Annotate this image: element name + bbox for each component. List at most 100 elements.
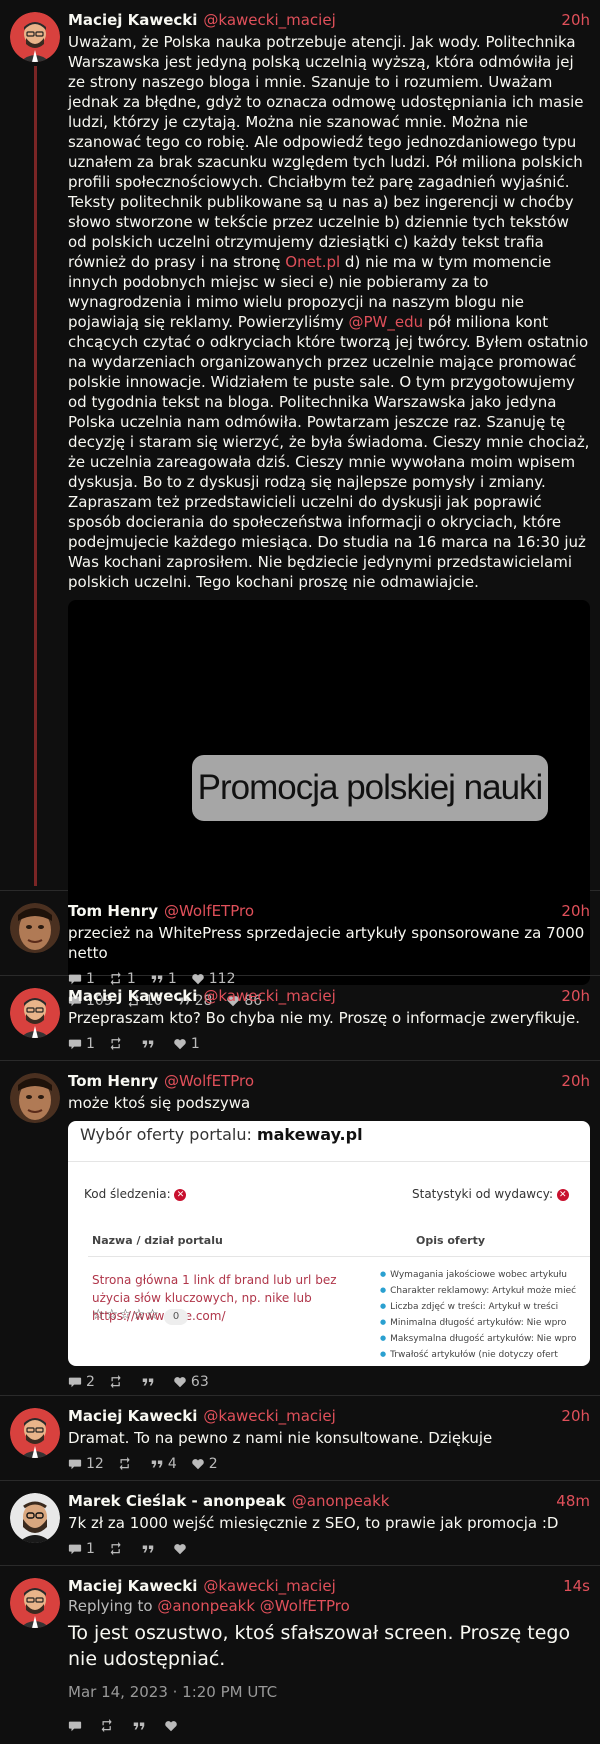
like-count: 63 xyxy=(190,1374,209,1390)
author-username[interactable]: @kawecki_maciej xyxy=(203,986,335,1006)
retweet-button[interactable] xyxy=(100,1719,118,1733)
author-username[interactable]: @kawecki_maciej xyxy=(203,10,335,30)
author-fullname[interactable]: Tom Henry xyxy=(68,1071,158,1091)
tweet-date[interactable]: 20h xyxy=(561,1071,590,1091)
author-username[interactable]: @WolfETPro xyxy=(164,901,254,921)
tracking-label-text: Kod śledzenia: xyxy=(84,1187,171,1201)
quote-button[interactable] xyxy=(141,1037,159,1051)
tweet[interactable]: Maciej Kawecki @kawecki_maciej 20h Uważa… xyxy=(0,0,600,1009)
comment-button[interactable] xyxy=(68,1719,86,1733)
text-segment: pół miliona kont chcących czytać o odkry… xyxy=(68,313,590,591)
retweet-button[interactable] xyxy=(118,1457,136,1471)
avatar[interactable] xyxy=(10,988,60,1038)
author-fullname[interactable]: Maciej Kawecki xyxy=(68,986,197,1006)
column-header-name: Nazwa / dział portalu xyxy=(92,1234,223,1247)
tweet-text: Uważam, że Polska nauka potrzebuje atenc… xyxy=(68,32,590,592)
list-item: Minimalna długość artykułów: Nie wpro xyxy=(380,1315,590,1331)
avatar[interactable] xyxy=(10,1578,60,1628)
tweet-text: Dramat. To na pewno z nami nie konsultow… xyxy=(68,1429,493,1447)
avatar[interactable] xyxy=(10,903,60,953)
video-caption: Promocja polskiej nauki xyxy=(192,755,548,821)
like-button[interactable]: 2 xyxy=(191,1456,218,1472)
comment-button[interactable]: 12 xyxy=(68,1456,104,1472)
author-username[interactable]: @kawecki_maciej xyxy=(203,1576,335,1596)
author-username[interactable]: @anonpeakk xyxy=(292,1491,390,1511)
text-segment: Uważam, że Polska nauka potrzebuje atenc… xyxy=(68,33,584,271)
comment-button[interactable]: 1 xyxy=(68,1541,95,1557)
stats-label-text: Statystyki od wydawcy: xyxy=(412,1187,553,1201)
thread: Maciej Kawecki @kawecki_maciej 20h Uważa… xyxy=(0,0,600,1744)
rating-count: 0 xyxy=(164,1309,188,1325)
retweet-icon xyxy=(109,1037,123,1051)
tweet-stats xyxy=(68,1716,590,1736)
like-button[interactable] xyxy=(164,1719,182,1733)
tweet[interactable]: Maciej Kawecki @kawecki_maciej 20h Przep… xyxy=(0,976,600,1061)
tweet-text: Przepraszam kto? Bo chyba nie my. Proszę… xyxy=(68,1009,581,1027)
tweet-text: 7k zł za 1000 wejść miesięcznie z SEO, t… xyxy=(68,1514,559,1532)
comment-count: 1 xyxy=(86,1036,95,1052)
retweet-icon xyxy=(118,1457,132,1471)
quote-button[interactable] xyxy=(132,1719,150,1733)
retweet-button[interactable] xyxy=(109,1375,127,1389)
comment-count: 1 xyxy=(86,1541,95,1557)
tweet-date[interactable]: 20h xyxy=(561,986,590,1006)
tweet[interactable]: Marek Cieślak - anonpeak @anonpeakk 48m … xyxy=(0,1481,600,1566)
comment-count: 2 xyxy=(86,1374,95,1390)
tweet-stats: 1 1 xyxy=(68,1034,590,1054)
tweet-text: To jest oszustwo, ktoś sfałszował screen… xyxy=(68,1622,571,1670)
tweet-text: może ktoś się podszywa xyxy=(68,1094,251,1112)
list-item: Maksymalna długość artykułów: Nie wpro xyxy=(380,1331,590,1347)
tweet-date[interactable]: 20h xyxy=(561,10,590,30)
heart-icon xyxy=(173,1542,187,1556)
tweet-date[interactable]: 20h xyxy=(561,901,590,921)
quote-button[interactable]: 4 xyxy=(150,1456,177,1472)
author-fullname[interactable]: Maciej Kawecki xyxy=(68,10,197,30)
author-fullname[interactable]: Marek Cieślak - anonpeak xyxy=(68,1491,286,1511)
retweet-button[interactable] xyxy=(109,1542,127,1556)
onet-link[interactable]: Onet.pl xyxy=(285,253,340,271)
avatar[interactable] xyxy=(10,12,60,62)
tweet-text: przecież na WhitePress sprzedajecie arty… xyxy=(68,924,585,962)
author-username[interactable]: @WolfETPro xyxy=(164,1071,254,1091)
author-username[interactable]: @kawecki_maciej xyxy=(203,1406,335,1426)
comment-icon xyxy=(68,1457,82,1471)
tweet-date[interactable]: 20h xyxy=(561,1406,590,1426)
like-button[interactable] xyxy=(173,1542,191,1556)
comment-button[interactable]: 1 xyxy=(68,1036,95,1052)
like-button[interactable]: 63 xyxy=(173,1374,209,1390)
tweet[interactable]: Maciej Kawecki @kawecki_maciej 20h Drama… xyxy=(0,1396,600,1481)
replying-prefix: Replying to xyxy=(68,1597,158,1615)
tweet-date[interactable]: 48m xyxy=(556,1491,590,1511)
comment-icon xyxy=(68,1037,82,1051)
replying-mentions[interactable]: @anonpeakk @WolfETPro xyxy=(157,1597,349,1615)
retweet-icon xyxy=(109,1542,123,1556)
tweet-stats: 2 63 xyxy=(68,1372,590,1392)
comment-icon xyxy=(68,1542,82,1556)
quote-icon xyxy=(132,1719,146,1733)
tweet-date[interactable]: 14s xyxy=(563,1576,590,1596)
author-fullname[interactable]: Maciej Kawecki xyxy=(68,1406,197,1426)
author-fullname[interactable]: Maciej Kawecki xyxy=(68,1576,197,1596)
column-header-offer: Opis oferty xyxy=(416,1234,486,1247)
author-fullname[interactable]: Tom Henry xyxy=(68,901,158,921)
pw-edu-mention[interactable]: @PW_edu xyxy=(348,313,423,331)
divider xyxy=(88,1256,590,1257)
like-button[interactable]: 1 xyxy=(173,1036,200,1052)
retweet-icon xyxy=(109,1375,123,1389)
quote-icon xyxy=(150,1457,164,1471)
avatar[interactable] xyxy=(10,1408,60,1458)
avatar[interactable] xyxy=(10,1493,60,1543)
comment-icon xyxy=(68,1719,82,1733)
comment-button[interactable]: 2 xyxy=(68,1374,95,1390)
list-item: Liczba zdjęć w treści: Artykuł w treści xyxy=(380,1299,590,1315)
tweet-timestamp[interactable]: Mar 14, 2023 · 1:20 PM UTC xyxy=(68,1682,590,1702)
quote-button[interactable] xyxy=(141,1542,159,1556)
attached-screenshot[interactable]: Wybór oferty portalu: makeway.pl Kod śle… xyxy=(68,1121,590,1366)
retweet-button[interactable] xyxy=(109,1037,127,1051)
tweet[interactable]: Tom Henry @WolfETPro 20h może ktoś się p… xyxy=(0,1061,600,1396)
avatar[interactable] xyxy=(10,1073,60,1123)
quote-button[interactable] xyxy=(141,1375,159,1389)
tweet[interactable]: Tom Henry @WolfETPro 20h przecież na Whi… xyxy=(0,891,600,987)
main-tweet[interactable]: Maciej Kawecki @kawecki_maciej 14s Reply… xyxy=(0,1566,600,1744)
list-item: Trwałość artykułów (nie dotyczy ofert xyxy=(380,1347,590,1363)
